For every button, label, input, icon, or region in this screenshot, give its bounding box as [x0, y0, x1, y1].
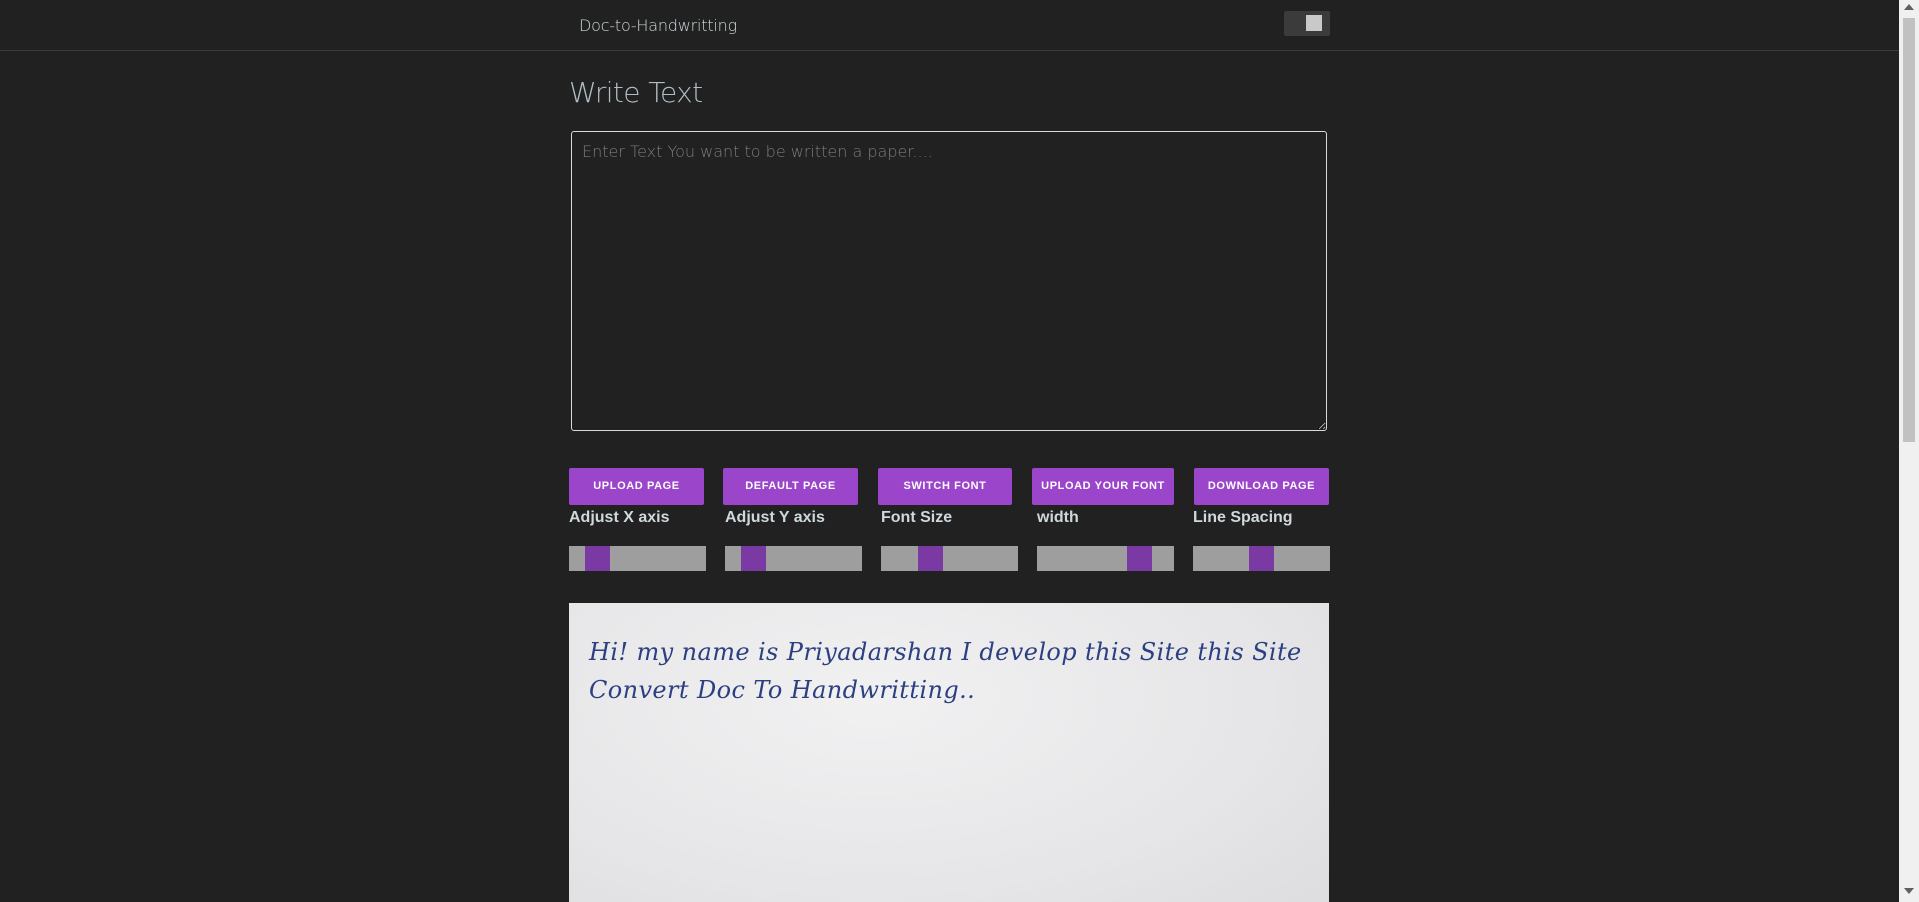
- font-size-slider-thumb[interactable]: [918, 546, 943, 571]
- width-slider-thumb[interactable]: [1127, 546, 1152, 571]
- y-axis-slider-thumb[interactable]: [741, 546, 766, 571]
- navbar: Doc-to-Handwritting: [0, 0, 1899, 51]
- toggle-icon[interactable]: [1306, 15, 1322, 31]
- page-title: Write Text: [569, 76, 703, 109]
- text-input[interactable]: [571, 131, 1327, 431]
- handwriting-preview-paper: Hi! my name is Priyadarshan I develop th…: [569, 603, 1329, 902]
- brand-logo-text[interactable]: Doc-to-Handwritting: [579, 16, 737, 35]
- upload-page-button[interactable]: UPLOAD PAGE: [569, 468, 704, 505]
- default-page-button[interactable]: DEFAULT PAGE: [723, 468, 858, 505]
- download-page-button[interactable]: DOWNLOAD PAGE: [1194, 468, 1329, 505]
- x-axis-slider[interactable]: [569, 546, 706, 571]
- app-viewport: Doc-to-Handwritting Write Text UPLOAD PA…: [0, 0, 1899, 902]
- scroll-up-arrow-icon[interactable]: [1904, 4, 1914, 10]
- line-spacing-slider[interactable]: [1193, 546, 1330, 571]
- font-size-slider[interactable]: [881, 546, 1018, 571]
- scrollbar-thumb[interactable]: [1903, 18, 1915, 442]
- width-slider[interactable]: [1037, 546, 1174, 571]
- page-scrollbar[interactable]: [1899, 0, 1919, 902]
- y-axis-label: Adjust Y axis: [725, 509, 825, 526]
- switch-font-button[interactable]: SWITCH FONT: [878, 468, 1012, 505]
- y-axis-slider[interactable]: [725, 546, 862, 571]
- x-axis-label: Adjust X axis: [569, 509, 670, 526]
- line-spacing-slider-thumb[interactable]: [1249, 546, 1274, 571]
- upload-font-button[interactable]: UPLOAD YOUR FONT: [1032, 468, 1174, 505]
- handwriting-preview-text: Hi! my name is Priyadarshan I develop th…: [589, 638, 1302, 704]
- width-label: width: [1037, 509, 1079, 526]
- scroll-down-arrow-icon[interactable]: [1904, 888, 1914, 894]
- line-spacing-label: Line Spacing: [1193, 509, 1293, 526]
- font-size-label: Font Size: [881, 509, 953, 526]
- x-axis-slider-thumb[interactable]: [585, 546, 610, 571]
